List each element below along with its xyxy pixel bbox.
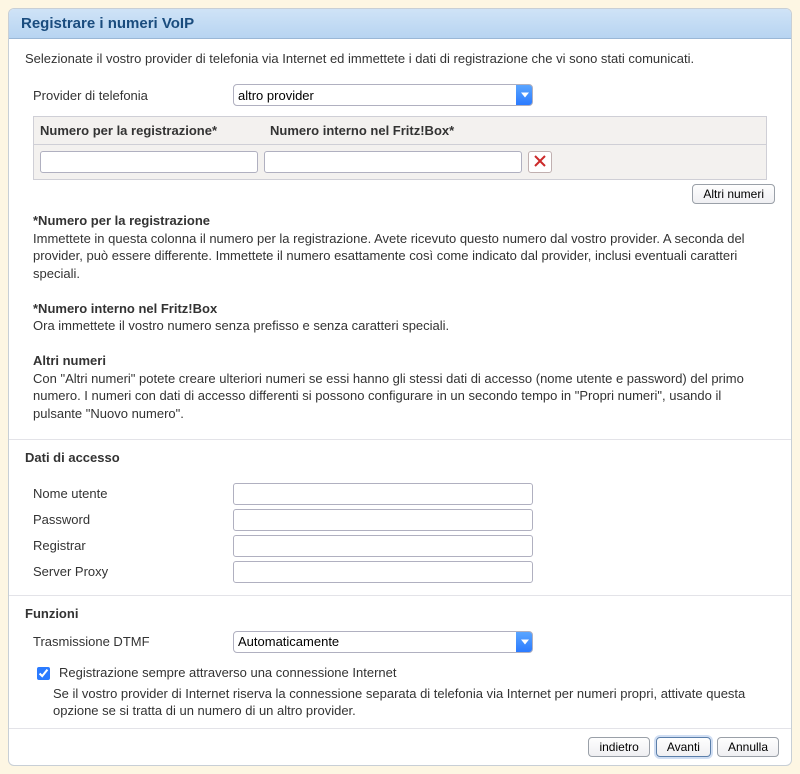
intro-text: Selezionate il vostro provider di telefo… xyxy=(9,39,791,74)
proxy-label: Server Proxy xyxy=(33,564,233,579)
next-button[interactable]: Avanti xyxy=(656,737,711,757)
help-more-title: Altri numeri xyxy=(33,352,767,370)
always-internet-sub: Se il vostro provider di Internet riserv… xyxy=(9,685,791,728)
back-button[interactable]: indietro xyxy=(588,737,649,757)
delete-row-button[interactable] xyxy=(528,151,552,173)
help-int-body: Ora immettete il vostro numero senza pre… xyxy=(33,317,767,335)
voip-register-panel: Registrare i numeri VoIP Selezionate il … xyxy=(8,8,792,766)
access-title: Dati di accesso xyxy=(9,440,791,471)
functions-title: Funzioni xyxy=(9,596,791,627)
username-input[interactable] xyxy=(233,483,533,505)
dtmf-label: Trasmissione DTMF xyxy=(33,634,233,649)
proxy-input[interactable] xyxy=(233,561,533,583)
close-icon xyxy=(534,155,546,170)
registrar-label: Registrar xyxy=(33,538,233,553)
help-reg-title: *Numero per la registrazione xyxy=(33,212,767,230)
dtmf-select[interactable]: Automaticamente xyxy=(233,631,533,653)
password-input[interactable] xyxy=(233,509,533,531)
numbers-col2-header: Numero interno nel Fritz!Box* xyxy=(270,123,540,138)
always-internet-checkbox[interactable] xyxy=(37,667,50,680)
numbers-table: Numero per la registrazione* Numero inte… xyxy=(33,116,767,180)
numbers-col1-header: Numero per la registrazione* xyxy=(40,123,270,138)
registration-number-input[interactable] xyxy=(40,151,258,173)
help-reg-body: Immettete in questa colonna il numero pe… xyxy=(33,230,767,283)
always-internet-label[interactable]: Registrazione sempre attraverso una conn… xyxy=(59,665,396,680)
cancel-button[interactable]: Annulla xyxy=(717,737,779,757)
password-label: Password xyxy=(33,512,233,527)
provider-label: Provider di telefonia xyxy=(33,88,233,103)
internal-number-input[interactable] xyxy=(264,151,522,173)
provider-select[interactable]: altro provider xyxy=(233,84,533,106)
table-row xyxy=(34,145,766,179)
panel-title: Registrare i numeri VoIP xyxy=(9,9,791,39)
help-int-title: *Numero interno nel Fritz!Box xyxy=(33,300,767,318)
more-numbers-button[interactable]: Altri numeri xyxy=(692,184,775,204)
username-label: Nome utente xyxy=(33,486,233,501)
registrar-input[interactable] xyxy=(233,535,533,557)
help-more-body: Con "Altri numeri" potete creare ulterio… xyxy=(33,370,767,423)
